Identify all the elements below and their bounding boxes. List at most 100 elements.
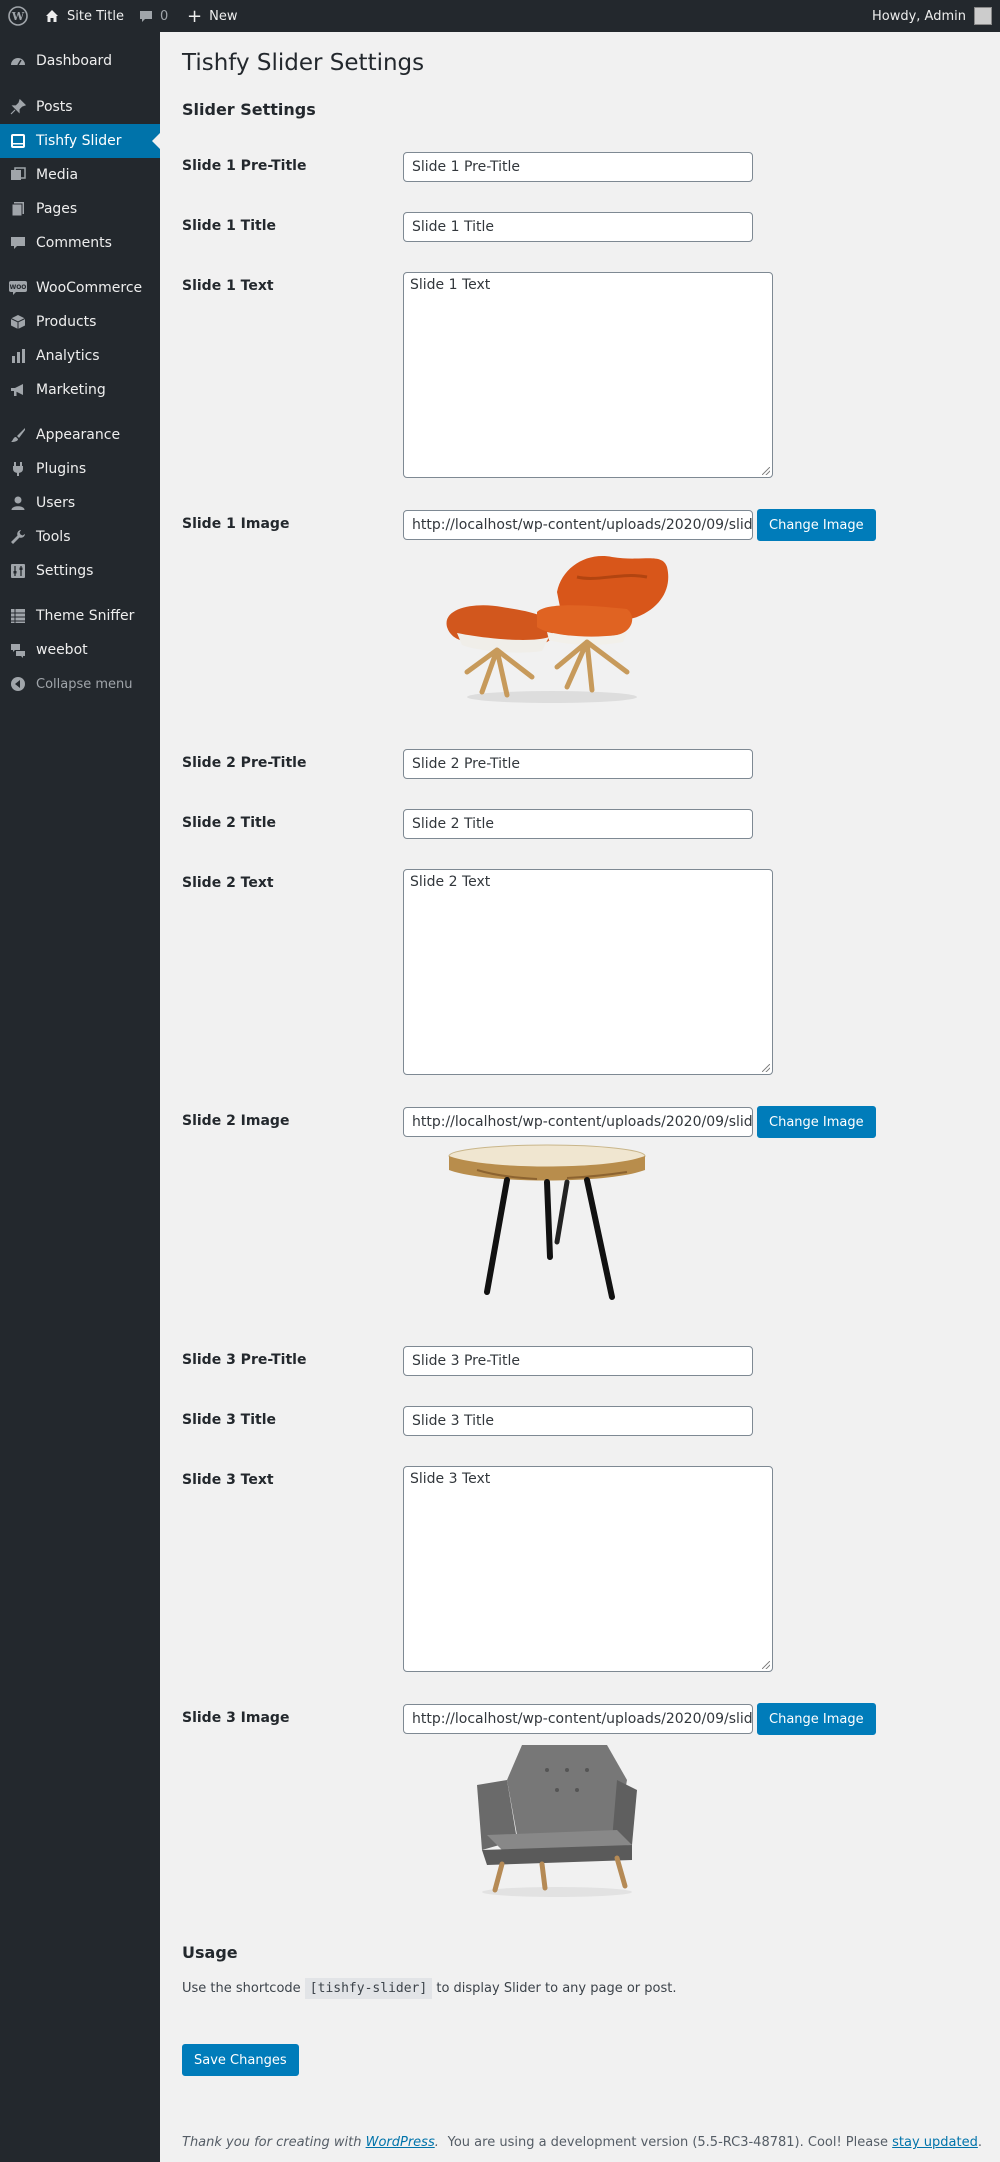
resize-handle-icon[interactable]	[762, 1064, 770, 1072]
slide-1-change-image-button[interactable]: Change Image	[757, 509, 876, 541]
section-title: Slider Settings	[182, 100, 316, 119]
slide-3-change-image-button[interactable]: Change Image	[757, 1703, 876, 1735]
slide-3-text-label: Slide 3 Text	[182, 1472, 274, 1488]
collapse-icon	[0, 667, 36, 701]
sidebar-item-tools[interactable]: Tools	[0, 520, 160, 554]
dashboard-icon	[0, 44, 36, 78]
sidebar-item-woocommerce[interactable]: WOO WooCommerce	[0, 271, 160, 305]
sidebar-label: Users	[36, 495, 76, 511]
slide-3-image-preview	[467, 1740, 647, 1904]
user-icon	[0, 486, 36, 520]
orange-lounge-chair-image	[446, 556, 669, 703]
usage-text-after: to display Slider to any page or post.	[436, 1981, 677, 1996]
slide-2-text-label: Slide 2 Text	[182, 875, 274, 891]
slide-3-text-area[interactable]: Slide 3 Text	[403, 1466, 773, 1672]
settings-icon	[0, 554, 36, 588]
howdy-text: Howdy, Admin	[871, 8, 966, 24]
comment-bubble-icon	[139, 9, 153, 23]
resize-handle-icon[interactable]	[762, 1661, 770, 1669]
slide-2-change-image-button[interactable]: Change Image	[757, 1106, 876, 1138]
new-content-link[interactable]: + New	[187, 0, 237, 32]
save-changes-button[interactable]: Save Changes	[182, 2044, 299, 2076]
home-icon	[44, 8, 60, 24]
slide-1-image-url-input[interactable]: http://localhost/wp-content/uploads/2020…	[403, 510, 753, 540]
sidebar-item-analytics[interactable]: Analytics	[0, 339, 160, 373]
sidebar-item-dashboard[interactable]: Dashboard	[0, 44, 160, 78]
slide-2-text-area[interactable]: Slide 2 Text	[403, 869, 773, 1075]
sidebar-item-theme-sniffer[interactable]: Theme Sniffer	[0, 599, 160, 633]
collapse-menu-button[interactable]: Collapse menu	[0, 667, 160, 701]
sidebar-label: Media	[36, 167, 79, 183]
svg-text:WOO: WOO	[10, 284, 27, 291]
account-menu[interactable]: Howdy, Admin	[872, 0, 992, 32]
site-title-text: Site Title	[67, 8, 124, 24]
sidebar-label: Tools	[36, 529, 71, 545]
sidebar-item-weebot[interactable]: weebot	[0, 633, 160, 667]
sidebar-label: Comments	[36, 235, 112, 251]
sidebar-label: Settings	[36, 563, 94, 579]
sidebar-label: Posts	[36, 99, 73, 115]
slide-1-text-area[interactable]: Slide 1 Text	[403, 272, 773, 478]
comment-count: 0	[160, 8, 169, 24]
footer-version-text: You are using a development version (5.5…	[447, 2135, 888, 2150]
pages-icon	[0, 192, 36, 226]
stay-updated-link[interactable]: stay updated	[892, 2135, 978, 2150]
resize-handle-icon[interactable]	[762, 467, 770, 475]
sidebar-item-users[interactable]: Users	[0, 486, 160, 520]
plus-icon: +	[187, 5, 203, 27]
sidebar-item-posts[interactable]: Posts	[0, 90, 160, 124]
slide-1-title-input[interactable]: Slide 1 Title	[403, 212, 753, 242]
slide-2-title-label: Slide 2 Title	[182, 815, 277, 831]
usage-text: Use the shortcode [tishfy-slider] to dis…	[182, 1978, 677, 1999]
sidebar-label: Products	[36, 314, 97, 330]
shortcode: [tishfy-slider]	[304, 1978, 433, 1999]
woo-icon: WOO	[0, 271, 36, 305]
comments-link[interactable]: 0	[139, 0, 168, 32]
sidebar-item-marketing[interactable]: Marketing	[0, 373, 160, 407]
footer-version-suffix: .	[977, 2135, 982, 2150]
slide-3-pretitle-label: Slide 3 Pre-Title	[182, 1352, 307, 1368]
plug-icon	[0, 452, 36, 486]
slide-3-text-value: Slide 3 Text	[410, 1471, 491, 1487]
box-icon	[0, 305, 36, 339]
slide-3-pretitle-input[interactable]: Slide 3 Pre-Title	[403, 1346, 753, 1376]
footer-version: You are using a development version (5.5…	[448, 2135, 982, 2150]
footer-thanks-suffix: .	[434, 2135, 439, 2150]
sidebar-label: Analytics	[36, 348, 100, 364]
slide-3-title-input[interactable]: Slide 3 Title	[403, 1406, 753, 1436]
wordpress-logo-icon[interactable]: W	[6, 0, 30, 32]
sidebar-item-settings[interactable]: Settings	[0, 554, 160, 588]
sidebar-label: Appearance	[36, 427, 121, 443]
site-title-link[interactable]: Site Title	[44, 0, 124, 32]
new-label: New	[209, 8, 238, 24]
slide-2-pretitle-input[interactable]: Slide 2 Pre-Title	[403, 749, 753, 779]
slider-icon	[0, 124, 36, 158]
slide-1-pretitle-label: Slide 1 Pre-Title	[182, 158, 307, 174]
sidebar-item-pages[interactable]: Pages	[0, 192, 160, 226]
slide-3-image-label: Slide 3 Image	[182, 1710, 290, 1726]
slide-2-image-url-input[interactable]: http://localhost/wp-content/uploads/2020…	[403, 1107, 753, 1137]
slide-2-image-preview	[447, 1142, 667, 1306]
wordpress-link[interactable]: WordPress	[366, 2135, 435, 2150]
sidebar-item-comments[interactable]: Comments	[0, 226, 160, 260]
slide-2-title-input[interactable]: Slide 2 Title	[403, 809, 753, 839]
slide-1-title-label: Slide 1 Title	[182, 218, 277, 234]
bar-chart-icon	[0, 339, 36, 373]
sidebar-item-appearance[interactable]: Appearance	[0, 418, 160, 452]
admin-bar: W Site Title 0 + New Howdy, Admin	[0, 0, 1000, 32]
sidebar-label: Theme Sniffer	[36, 608, 135, 624]
list-icon	[0, 599, 36, 633]
sidebar-item-plugins[interactable]: Plugins	[0, 452, 160, 486]
footer-thanks-text: Thank you for creating with	[182, 2135, 362, 2150]
sidebar-item-media[interactable]: Media	[0, 158, 160, 192]
pin-icon	[0, 90, 36, 124]
slide-1-image-label: Slide 1 Image	[182, 516, 290, 532]
sidebar-label: weebot	[36, 642, 88, 658]
slide-2-pretitle-label: Slide 2 Pre-Title	[182, 755, 307, 771]
sidebar-item-tishfy-slider[interactable]: Tishfy Slider	[0, 124, 160, 158]
sidebar-item-products[interactable]: Products	[0, 305, 160, 339]
slide-1-pretitle-input[interactable]: Slide 1 Pre-Title	[403, 152, 753, 182]
slide-3-image-url-input[interactable]: http://localhost/wp-content/uploads/2020…	[403, 1704, 753, 1734]
admin-sidebar: Dashboard Posts Tishfy Slider Media Page…	[0, 32, 160, 2162]
wood-side-table-image	[448, 1144, 646, 1300]
